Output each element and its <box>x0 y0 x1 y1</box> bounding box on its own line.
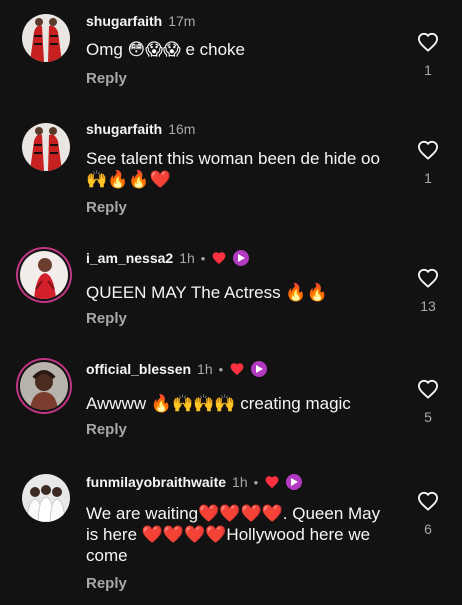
reply-button[interactable]: Reply <box>86 575 127 592</box>
timestamp: 16m <box>168 121 196 137</box>
timestamp: 17m <box>168 13 196 29</box>
red-heart-icon <box>230 363 244 376</box>
avatar-portrait-image <box>20 362 68 410</box>
comment-text: Omg 😳😱😱 e choke <box>86 40 245 59</box>
reply-button[interactable]: Reply <box>86 199 127 216</box>
heart-outline-icon <box>417 491 439 511</box>
like-button[interactable]: 5 <box>416 379 440 425</box>
like-button[interactable]: 1 <box>416 32 440 78</box>
like-button[interactable]: 13 <box>416 268 440 314</box>
like-button[interactable]: 6 <box>416 491 440 537</box>
comment-meta: official_blessen 1h • <box>86 361 268 377</box>
separator-dot: • <box>218 361 224 377</box>
reply-button[interactable]: Reply <box>86 421 127 438</box>
heart-outline-icon <box>417 268 439 288</box>
avatar-group-image <box>22 474 70 522</box>
heart-outline-icon <box>417 140 439 160</box>
play-badge-icon <box>251 361 268 377</box>
comment-meta: funmilayobraithwaite 1h • <box>86 474 303 490</box>
heart-outline-icon <box>417 32 439 52</box>
red-heart-icon <box>212 252 226 265</box>
avatar[interactable] <box>20 362 68 410</box>
comment-text: See talent this woman been de hide oo🙌🔥🔥… <box>86 149 380 189</box>
separator-dot: • <box>200 250 206 266</box>
comment-meta: shugarfaith 17m <box>86 13 195 29</box>
avatar-red-dress-image <box>22 14 70 62</box>
reply-button[interactable]: Reply <box>86 70 127 87</box>
timestamp: 1h <box>232 474 248 490</box>
comment-text: Awwww 🔥🙌🙌🙌 creating magic <box>86 394 351 413</box>
heart-outline-icon <box>417 379 439 399</box>
comments-list: shugarfaith 17m Omg 😳😱😱 e choke Reply 1 <box>0 0 462 605</box>
like-button[interactable]: 1 <box>416 140 440 186</box>
username[interactable]: shugarfaith <box>86 121 162 137</box>
avatar[interactable] <box>22 123 70 171</box>
comment-meta: shugarfaith 16m <box>86 121 195 137</box>
separator-dot: • <box>253 474 259 490</box>
play-badge-icon <box>286 474 303 490</box>
reply-button[interactable]: Reply <box>86 310 127 327</box>
red-heart-icon <box>265 476 279 489</box>
like-count: 1 <box>424 170 432 186</box>
avatar-red-outfit-image <box>20 251 68 299</box>
username[interactable]: i_am_nessa2 <box>86 250 173 266</box>
username[interactable]: funmilayobraithwaite <box>86 474 226 490</box>
play-badge-icon <box>233 250 250 266</box>
like-count: 6 <box>424 521 432 537</box>
avatar-red-dress-image <box>22 123 70 171</box>
timestamp: 1h <box>179 250 195 266</box>
like-count: 13 <box>420 298 436 314</box>
timestamp: 1h <box>197 361 213 377</box>
like-count: 1 <box>424 62 432 78</box>
comment-text: We are waiting❤️❤️❤️❤️. Queen May is her… <box>86 504 381 565</box>
like-count: 5 <box>424 409 432 425</box>
username[interactable]: official_blessen <box>86 361 191 377</box>
avatar[interactable] <box>22 474 70 522</box>
comment-meta: i_am_nessa2 1h • <box>86 250 250 266</box>
avatar[interactable] <box>22 14 70 62</box>
username[interactable]: shugarfaith <box>86 13 162 29</box>
comment-text: QUEEN MAY The Actress 🔥🔥 <box>86 283 328 302</box>
avatar[interactable] <box>20 251 68 299</box>
